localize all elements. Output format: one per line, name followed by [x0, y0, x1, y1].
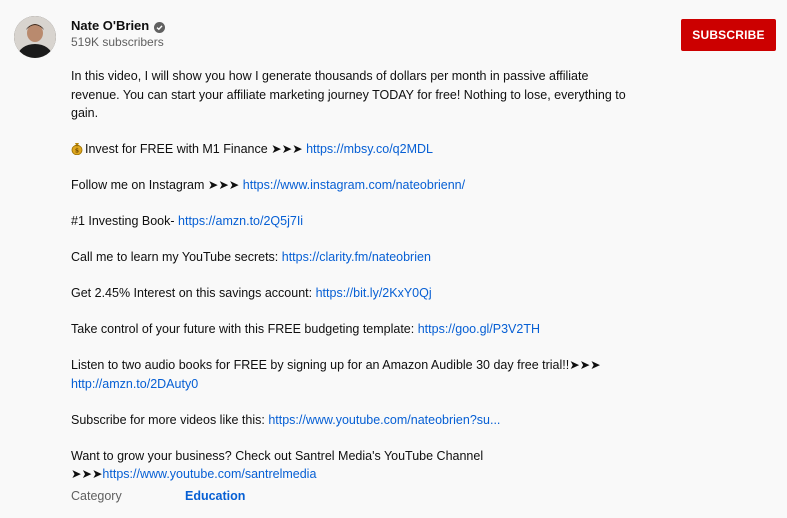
description-line-book: #1 Investing Book- https://amzn.to/2Q5j7…	[71, 212, 626, 231]
channel-name-text[interactable]: Nate O'Brien	[71, 18, 149, 34]
moneybag-icon: $	[71, 142, 83, 156]
instagram-link[interactable]: https://www.instagram.com/nateobrienn/	[243, 178, 465, 192]
svg-text:$: $	[75, 148, 79, 155]
subscribe-link[interactable]: https://www.youtube.com/nateobrien?su...	[268, 413, 500, 427]
subscriber-count: 519K subscribers	[71, 35, 164, 49]
book-link[interactable]: https://amzn.to/2Q5j7Ii	[178, 214, 303, 228]
description-line-subscribe: Subscribe for more videos like this: htt…	[71, 411, 626, 430]
subscribe-button[interactable]: SUBSCRIBE	[681, 19, 776, 51]
category-value-link[interactable]: Education	[185, 489, 245, 503]
m1-link[interactable]: https://mbsy.co/q2MDL	[306, 142, 433, 156]
audible-text: Listen to two audio books for FREE by si…	[71, 358, 601, 372]
avatar-image	[14, 16, 56, 58]
channel-avatar[interactable]	[14, 16, 56, 58]
description-line-budget: Take control of your future with this FR…	[71, 320, 626, 339]
santrel-text: Want to grow your business? Check out Sa…	[71, 448, 484, 463]
description-line-instagram: Follow me on Instagram ➤➤➤ https://www.i…	[71, 176, 626, 195]
santrel-arrows: ➤➤➤	[71, 467, 103, 481]
instagram-text: Follow me on Instagram ➤➤➤	[71, 178, 243, 192]
description-body: In this video, I will show you how I gen…	[71, 67, 626, 484]
description-line-audible: Listen to two audio books for FREE by si…	[71, 356, 626, 393]
budget-link[interactable]: https://goo.gl/P3V2TH	[418, 322, 540, 336]
verified-check-icon	[154, 21, 166, 33]
clarity-link[interactable]: https://clarity.fm/nateobrien	[282, 250, 431, 264]
description-line-m1: $ Invest for FREE with M1 Finance ➤➤➤ ht…	[71, 140, 626, 159]
audible-link[interactable]: http://amzn.to/2DAuty0	[71, 377, 198, 391]
book-text: #1 Investing Book-	[71, 214, 179, 228]
description-intro: In this video, I will show you how I gen…	[71, 69, 626, 120]
clarity-text: Call me to learn my YouTube secrets:	[71, 250, 282, 264]
description-line-santrel: Want to grow your business? Check out Sa…	[71, 447, 626, 484]
savings-text: Get 2.45% Interest on this savings accou…	[71, 286, 316, 300]
budget-text: Take control of your future with this FR…	[71, 322, 418, 336]
subscribe-text: Subscribe for more videos like this:	[71, 412, 269, 427]
video-description-panel: Nate O'Brien 519K subscribers SUBSCRIBE …	[0, 0, 787, 518]
santrel-link[interactable]: https://www.youtube.com/santrelmedia	[102, 467, 316, 481]
category-label: Category	[71, 489, 122, 503]
savings-link[interactable]: https://bit.ly/2KxY0Qj	[316, 286, 432, 300]
description-line-clarity: Call me to learn my YouTube secrets: htt…	[71, 248, 626, 267]
m1-text: Invest for FREE with M1 Finance ➤➤➤	[85, 142, 307, 156]
channel-name[interactable]: Nate O'Brien	[71, 18, 166, 34]
description-line-savings: Get 2.45% Interest on this savings accou…	[71, 284, 626, 303]
